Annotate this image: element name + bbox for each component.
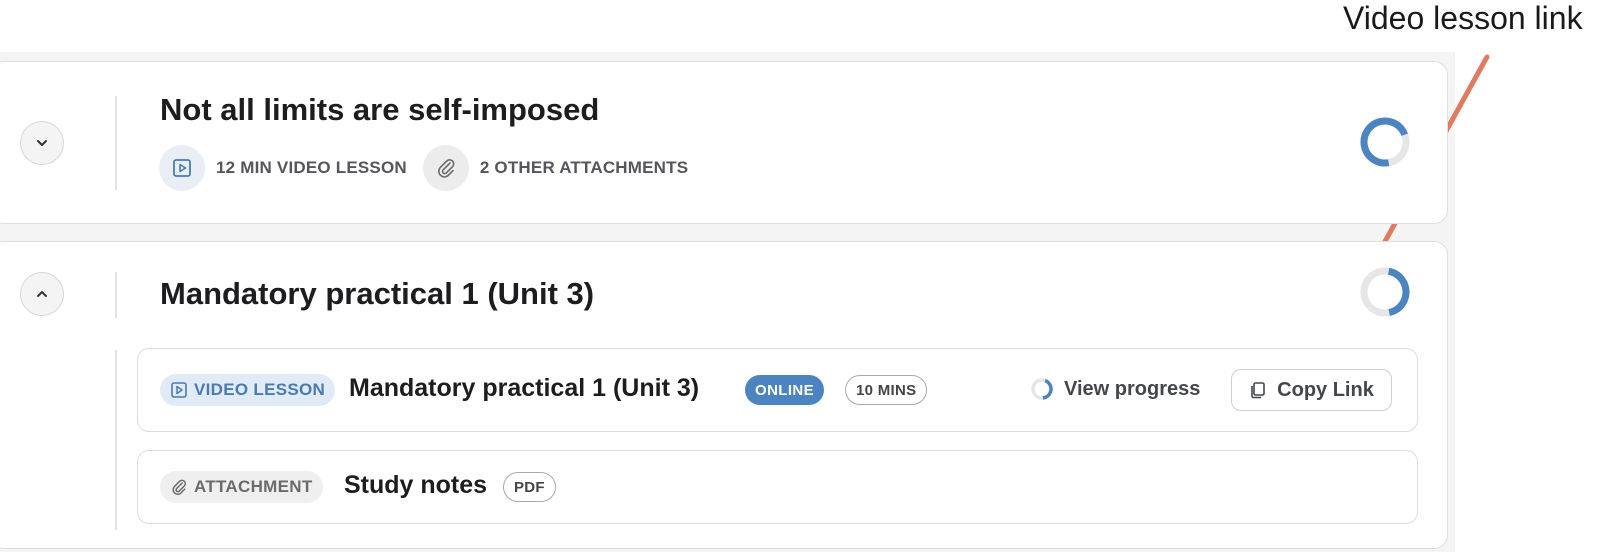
expand-toggle-button[interactable] bbox=[20, 121, 64, 165]
section-meta: 12 MIN VIDEO LESSON 2 OTHER ATTACHMENTS bbox=[159, 145, 704, 191]
items-divider bbox=[115, 350, 117, 530]
view-progress-link[interactable]: View progress bbox=[1030, 377, 1200, 401]
section-card-mandatory-practical: Mandatory practical 1 (Unit 3) VIDEO LES… bbox=[0, 241, 1448, 549]
collapse-toggle-button[interactable] bbox=[20, 272, 64, 316]
list-item-video-lesson[interactable]: VIDEO LESSON Mandatory practical 1 (Unit… bbox=[137, 348, 1418, 432]
paperclip-icon bbox=[172, 479, 186, 495]
play-icon bbox=[173, 159, 191, 177]
copy-icon bbox=[1251, 382, 1265, 399]
file-format-badge: PDF bbox=[503, 472, 556, 502]
lesson-title[interactable]: Mandatory practical 1 (Unit 3) bbox=[349, 374, 699, 403]
divider bbox=[115, 96, 117, 190]
progress-ring-icon bbox=[1360, 117, 1410, 167]
attachments-count-label: 2 OTHER ATTACHMENTS bbox=[479, 158, 689, 177]
video-meta-icon-wrap bbox=[159, 145, 205, 191]
duration-badge: 10 MINS bbox=[845, 375, 928, 405]
list-item-attachment[interactable]: ATTACHMENT Study notes PDF bbox=[137, 450, 1418, 524]
progress-ring-icon bbox=[1360, 267, 1410, 317]
copy-link-label: Copy Link bbox=[1277, 378, 1374, 401]
section-title[interactable]: Not all limits are self-imposed bbox=[160, 92, 599, 128]
section-card-not-all-limits: Not all limits are self-imposed 12 MIN V… bbox=[0, 61, 1448, 224]
paperclip-icon bbox=[437, 159, 455, 178]
view-progress-label: View progress bbox=[1064, 377, 1201, 400]
video-duration-label: 12 MIN VIDEO LESSON bbox=[216, 158, 407, 177]
chevron-up-icon bbox=[37, 291, 47, 297]
annotation-label: Video lesson link bbox=[1343, 0, 1583, 36]
play-icon bbox=[171, 382, 187, 398]
type-label: ATTACHMENT bbox=[194, 477, 313, 496]
attachment-type-badge: ATTACHMENT bbox=[160, 471, 323, 503]
chevron-down-icon bbox=[37, 140, 47, 146]
progress-ring-icon bbox=[1031, 378, 1053, 400]
type-label: VIDEO LESSON bbox=[194, 380, 326, 399]
attachments-meta-icon-wrap bbox=[422, 145, 469, 191]
divider bbox=[115, 272, 117, 318]
video-lesson-type-badge: VIDEO LESSON bbox=[160, 374, 336, 406]
attachment-title[interactable]: Study notes bbox=[344, 471, 487, 500]
online-status-badge: ONLINE bbox=[745, 375, 825, 405]
copy-link-button[interactable]: Copy Link bbox=[1231, 369, 1392, 411]
section-title[interactable]: Mandatory practical 1 (Unit 3) bbox=[160, 276, 594, 312]
